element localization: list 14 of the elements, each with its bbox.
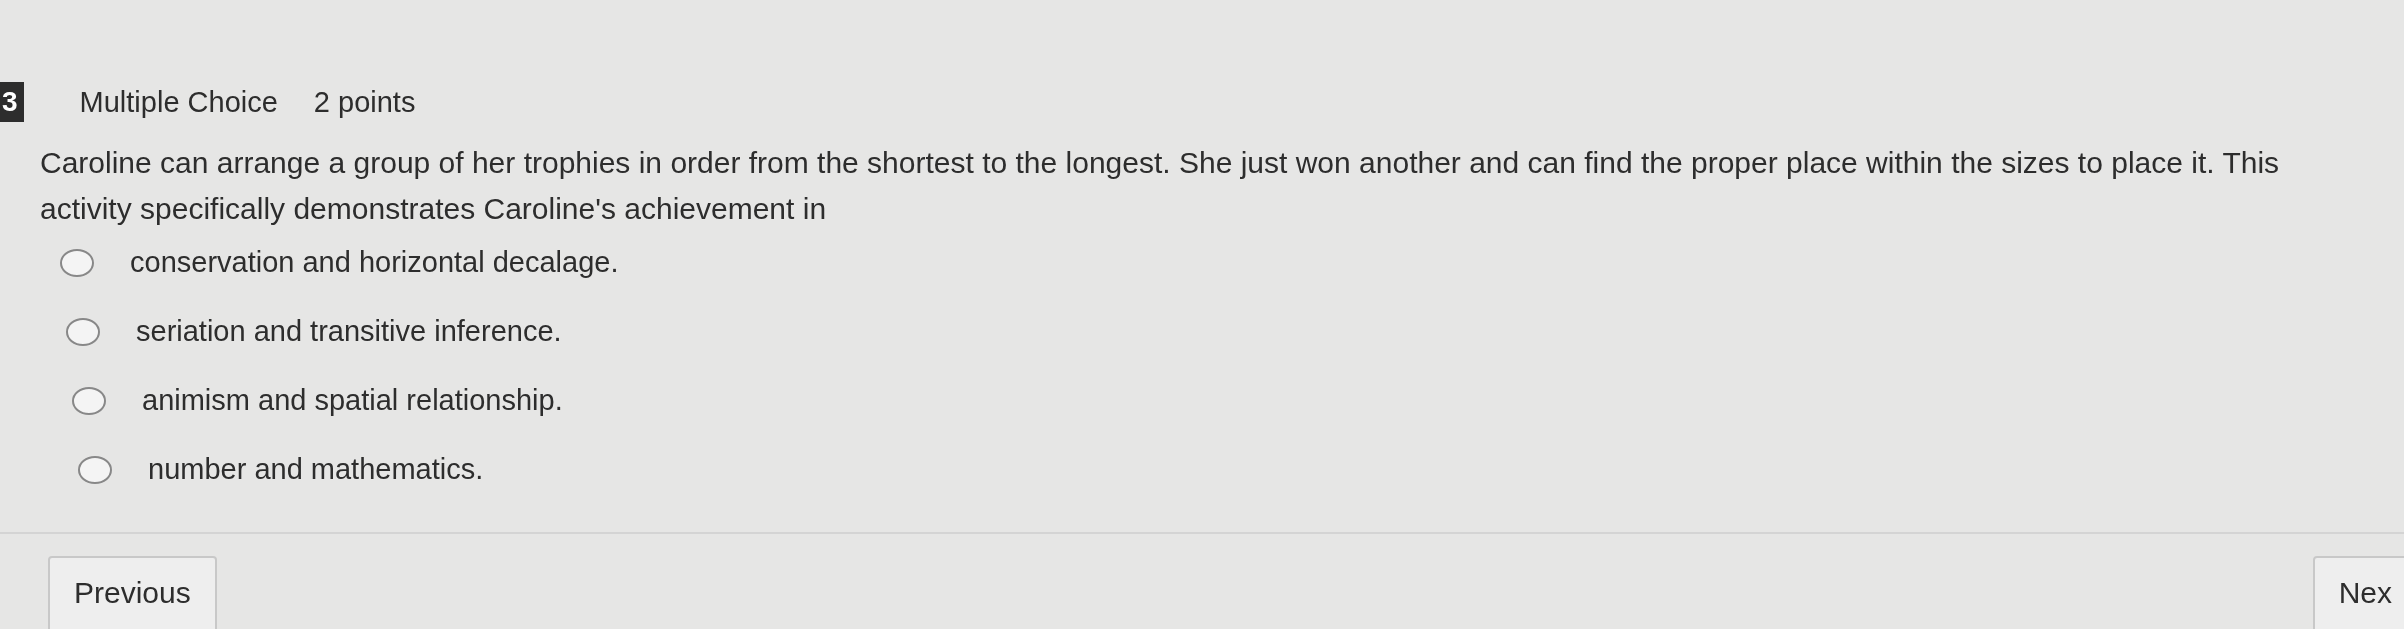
previous-button[interactable]: Previous xyxy=(48,556,217,629)
option-label[interactable]: conservation and horizontal decalage. xyxy=(130,246,619,279)
points-label: 2 points xyxy=(313,85,416,119)
question-number: 3 xyxy=(0,82,24,122)
option-label[interactable]: number and mathematics. xyxy=(148,453,484,486)
question-text: Caroline can arrange a group of her trophies in order from the shortest to the longest. She just won another and can find the proper place within the sizes to place it. This activity specifically demonstrates Caroline's achievement in xyxy=(40,145,2281,227)
question-type: Multiple Choice xyxy=(79,85,278,119)
option-label[interactable]: animism and spatial relationship. xyxy=(142,384,563,417)
option-label[interactable]: seriation and transitive inference. xyxy=(136,315,562,348)
radio-button[interactable] xyxy=(66,317,100,346)
next-button[interactable]: Nex xyxy=(2312,556,2404,629)
radio-button[interactable] xyxy=(60,248,94,277)
radio-button[interactable] xyxy=(72,386,106,415)
radio-button[interactable] xyxy=(78,455,112,484)
